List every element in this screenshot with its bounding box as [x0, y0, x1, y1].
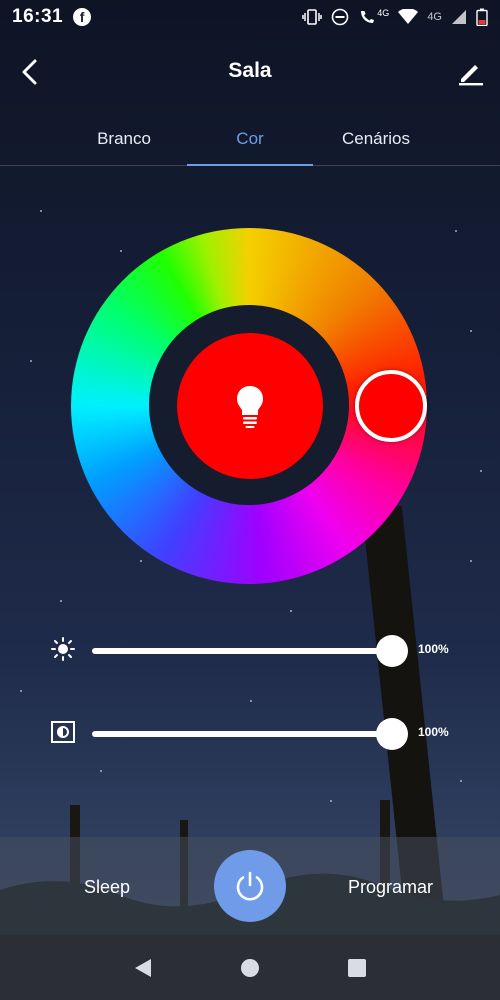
programar-button[interactable]: Programar [348, 877, 433, 898]
power-button[interactable] [214, 850, 286, 922]
saturation-slider-row: 100% [0, 713, 500, 753]
home-circle-icon [240, 958, 259, 977]
brightness-slider-row: 100% [0, 630, 500, 670]
battery-icon [476, 8, 488, 26]
lightbulb-icon [237, 386, 263, 428]
app-header: Sala [0, 45, 500, 101]
brightness-slider-thumb[interactable] [376, 635, 408, 667]
status-bar: 16:31 f 4G 4G [0, 0, 500, 34]
status-icons: 4G 4G [302, 8, 488, 26]
wifi-icon [398, 9, 419, 24]
color-picker-handle[interactable] [355, 370, 427, 442]
signal-icon [452, 10, 466, 24]
nav-back-button[interactable] [123, 948, 163, 988]
nav-recents-button[interactable] [337, 948, 377, 988]
sun-icon [51, 637, 75, 661]
do-not-disturb-icon [331, 8, 349, 26]
color-preview [177, 333, 323, 479]
network-label-2: 4G [427, 11, 442, 23]
network-label-1: 4G [377, 8, 390, 18]
status-time: 16:31 [12, 6, 64, 27]
nav-home-button[interactable] [230, 948, 270, 988]
saturation-slider-thumb[interactable] [376, 718, 408, 750]
edit-button[interactable] [456, 57, 486, 87]
power-icon [236, 871, 264, 901]
tab-branco[interactable]: Branco [61, 118, 187, 166]
tab-cor[interactable]: Cor [187, 118, 313, 166]
wifi-calling-icon [361, 11, 375, 23]
mode-tabs: Branco Cor Cenários [0, 118, 500, 166]
tab-cenarios[interactable]: Cenários [313, 118, 439, 166]
saturation-value: 100% [418, 725, 449, 739]
vibrate-icon [302, 9, 323, 25]
facebook-icon: f [73, 8, 92, 26]
pencil-icon [459, 65, 483, 86]
recents-square-icon [347, 958, 366, 977]
back-triangle-icon [135, 958, 152, 977]
sleep-button[interactable]: Sleep [84, 877, 130, 898]
system-nav-bar [0, 935, 500, 1000]
brightness-value: 100% [418, 642, 449, 656]
page-title: Sala [228, 59, 272, 82]
bottom-controls: Sleep Programar [0, 837, 500, 935]
contrast-icon [51, 721, 75, 743]
saturation-slider-track[interactable] [92, 731, 392, 737]
brightness-slider-track[interactable] [92, 648, 392, 654]
